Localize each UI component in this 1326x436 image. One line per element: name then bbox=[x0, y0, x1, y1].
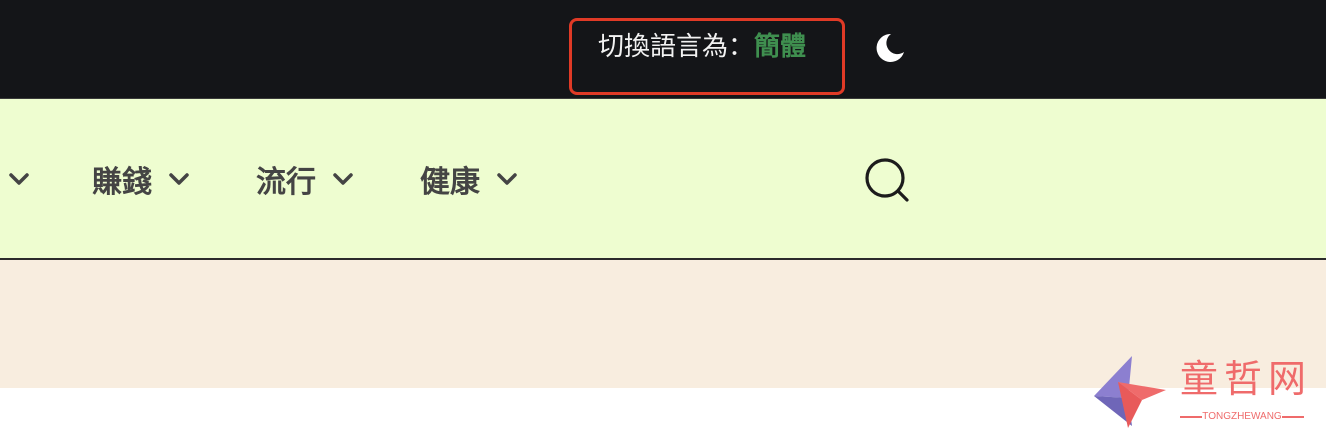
watermark-logo bbox=[1094, 356, 1166, 428]
watermark: 童哲网 TONGZHEWANG bbox=[1088, 352, 1320, 432]
watermark-name: 童哲网 bbox=[1180, 357, 1313, 401]
chevron-down-icon bbox=[333, 173, 353, 185]
chevron-down-icon bbox=[169, 173, 189, 185]
moon-icon[interactable] bbox=[873, 31, 907, 65]
language-switch: 切換語言為：簡體 bbox=[598, 30, 806, 64]
watermark-divider bbox=[1282, 416, 1304, 418]
simplified-chinese-link[interactable]: 簡體 bbox=[754, 32, 806, 62]
language-switch-label: 切換語言為： bbox=[598, 32, 755, 62]
search-icon[interactable] bbox=[864, 157, 910, 203]
nav-item-label: 健康 bbox=[420, 165, 480, 200]
chevron-down-icon bbox=[497, 173, 517, 185]
main-nav: 賺錢 流行 健康 bbox=[0, 98, 1326, 260]
nav-item-label: 賺錢 bbox=[92, 165, 152, 200]
chevron-down-icon[interactable] bbox=[8, 172, 30, 186]
nav-item-health[interactable]: 健康 bbox=[420, 159, 518, 200]
top-bar: 切換語言為：簡體 bbox=[0, 0, 1326, 98]
nav-item-trending[interactable]: 流行 bbox=[256, 159, 354, 200]
nav-item-make-money[interactable]: 賺錢 bbox=[92, 159, 190, 200]
nav-item-label: 流行 bbox=[256, 165, 316, 200]
